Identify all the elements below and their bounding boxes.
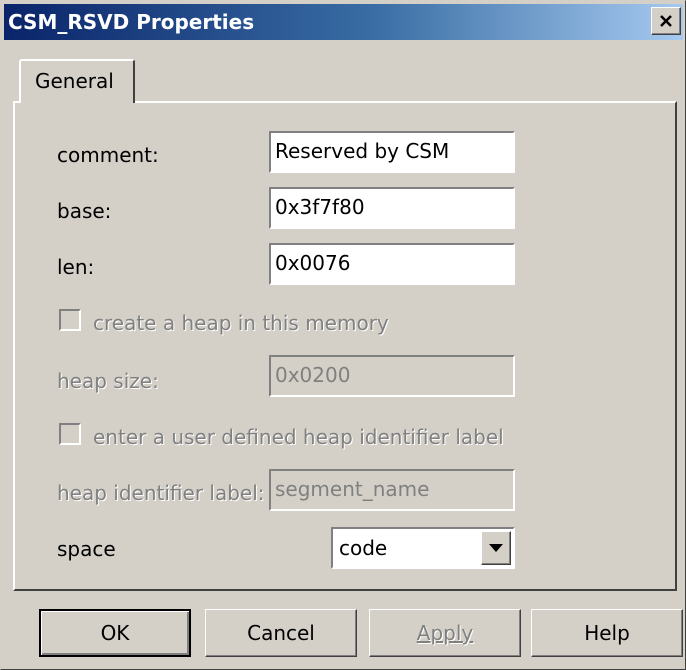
tab-general[interactable]: General: [19, 59, 135, 103]
create-heap-label: create a heap in this memory: [93, 311, 389, 335]
space-select-value: code: [339, 536, 388, 560]
heap-identifier-input[interactable]: segment_name: [269, 469, 515, 511]
len-input[interactable]: 0x0076: [269, 243, 515, 285]
dropdown-arrow-icon: [489, 544, 503, 552]
title-bar[interactable]: CSM_RSVD Properties: [4, 4, 683, 40]
window-title: CSM_RSVD Properties: [8, 10, 255, 34]
user-heap-label-text: enter a user defined heap identifier lab…: [93, 425, 504, 449]
heap-identifier-label: heap identifier label:: [57, 481, 265, 505]
properties-dialog: CSM_RSVD Properties General comment: Res…: [0, 0, 686, 670]
apply-button[interactable]: Apply: [369, 609, 521, 657]
len-label: len:: [57, 255, 95, 279]
help-button[interactable]: Help: [531, 609, 683, 657]
close-button[interactable]: [651, 7, 681, 35]
comment-label: comment:: [57, 143, 159, 167]
tab-general-label: General: [35, 69, 114, 93]
comment-input[interactable]: Reserved by CSM: [269, 131, 515, 173]
user-heap-label-checkbox[interactable]: [59, 423, 81, 445]
space-select[interactable]: code: [331, 527, 515, 569]
ok-button[interactable]: OK: [39, 609, 191, 657]
create-heap-checkbox[interactable]: [59, 309, 81, 331]
close-icon: [660, 15, 672, 27]
heap-size-label: heap size:: [57, 369, 159, 393]
heap-size-input[interactable]: 0x0200: [269, 355, 515, 397]
cancel-button[interactable]: Cancel: [205, 609, 357, 657]
apply-button-label: Apply: [416, 621, 474, 645]
base-label: base:: [57, 199, 112, 223]
space-label: space: [57, 537, 116, 561]
space-dropdown-button[interactable]: [481, 531, 511, 565]
general-panel: [13, 101, 677, 591]
base-input[interactable]: 0x3f7f80: [269, 187, 515, 229]
